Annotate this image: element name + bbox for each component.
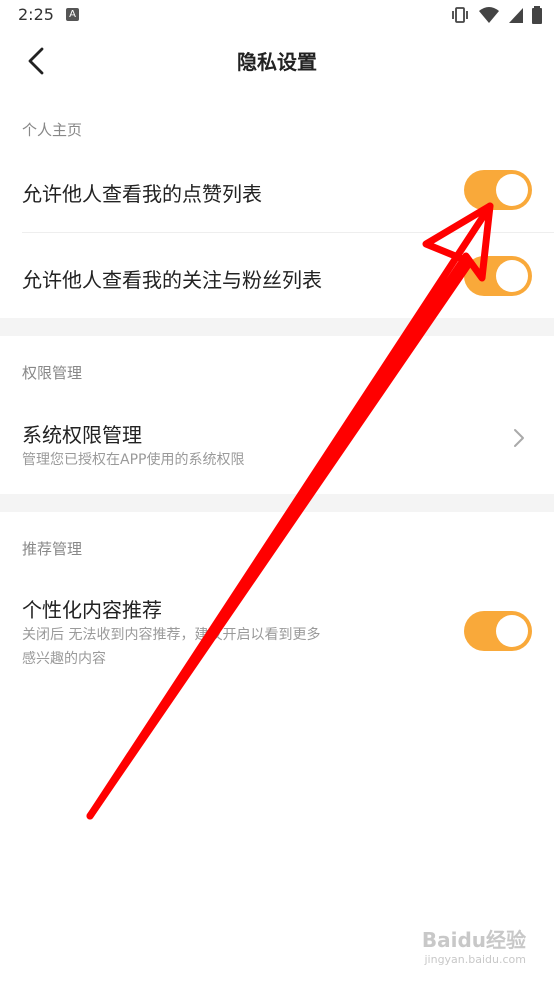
annotation-arrow-icon	[86, 202, 494, 820]
signal-icon	[509, 8, 523, 23]
toggle-knob	[496, 615, 528, 647]
setting-subtitle-line2: 感兴趣的内容	[22, 651, 106, 667]
watermark-url: jingyan.baidu.com	[424, 953, 526, 966]
status-bar: 2:25 A	[0, 0, 554, 32]
personalized-toggle[interactable]	[464, 611, 532, 651]
section-gap	[0, 318, 554, 336]
wifi-icon	[479, 7, 499, 23]
page-title: 隐私设置	[237, 50, 317, 74]
toggle-knob	[496, 260, 528, 292]
vibrate-icon	[452, 7, 468, 23]
section-label-permission: 权限管理	[22, 364, 83, 382]
setting-subtitle-line1: 关闭后 无法收到内容推荐，建议开启以看到更多	[22, 627, 321, 643]
baidu-watermark: Baidu经验 jingyan.baidu.com	[422, 924, 526, 966]
setting-title-system-permission: 系统权限管理	[22, 423, 142, 447]
chevron-right-icon	[514, 429, 524, 447]
setting-title-likes: 允许他人查看我的点赞列表	[22, 182, 262, 206]
likes-toggle[interactable]	[464, 170, 532, 210]
section-label-profile: 个人主页	[22, 121, 83, 139]
section-label-recommend: 推荐管理	[22, 540, 83, 558]
setting-subtitle-system-permission: 管理您已授权在APP使用的系统权限	[22, 452, 245, 468]
watermark-brand: Baidu经验	[421, 928, 526, 952]
toggle-knob	[496, 174, 528, 206]
setting-title-personalized: 个性化内容推荐	[22, 598, 162, 622]
status-icons	[450, 6, 542, 24]
status-time: 2:25	[18, 5, 54, 24]
row-divider	[22, 232, 554, 233]
follows-toggle[interactable]	[464, 256, 532, 296]
section-gap	[0, 494, 554, 512]
setting-title-follows: 允许他人查看我的关注与粉丝列表	[22, 268, 322, 292]
notification-a-icon: A	[66, 8, 79, 21]
battery-icon	[532, 6, 542, 24]
app-header: 隐私设置	[0, 32, 554, 90]
